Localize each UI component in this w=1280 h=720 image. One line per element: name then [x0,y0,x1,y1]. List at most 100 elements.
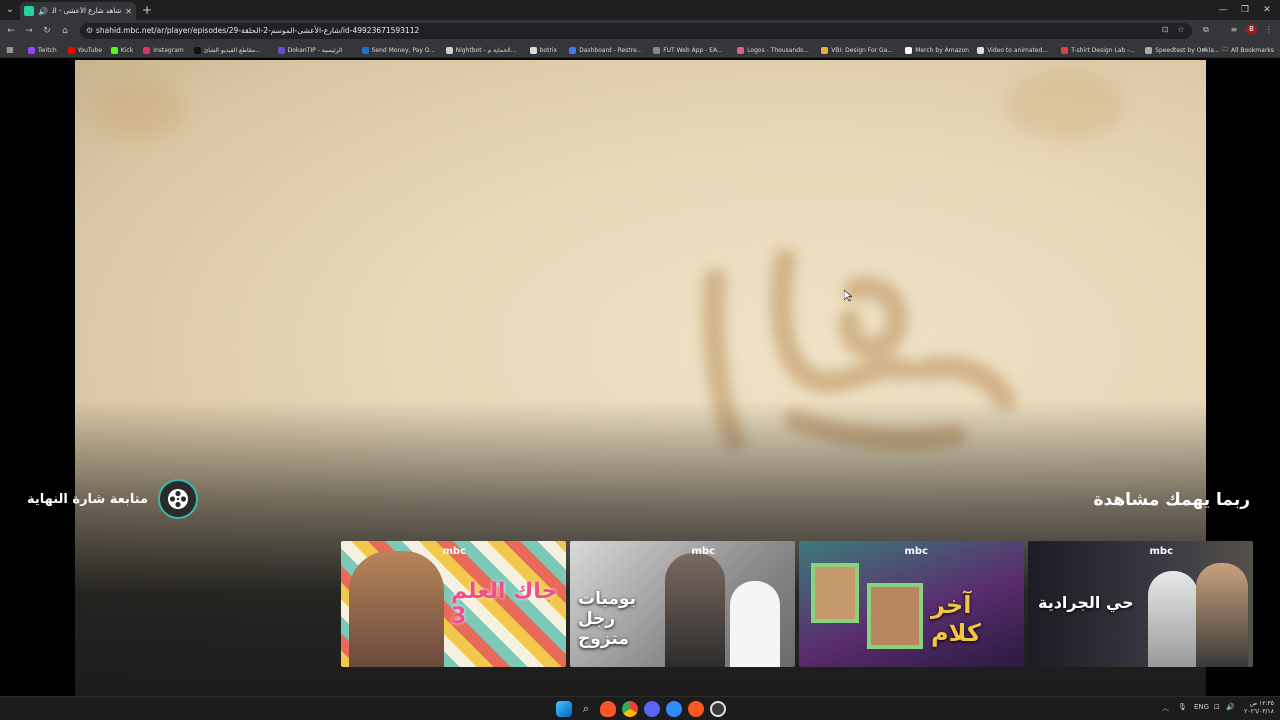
install-app-icon[interactable]: ⊡ [1159,24,1171,36]
minimize-icon[interactable]: — [1216,3,1230,17]
new-tab-button[interactable]: + [140,2,154,18]
bookmark-item[interactable]: مقاطع الفيديو الشائ... [193,44,261,56]
brave-browser-icon[interactable] [600,701,616,717]
browser-toolbar: ← → ↻ ⌂ ⚙ shahid.mbc.net/ar/player/episo… [0,20,1280,42]
recommendations-title: ربما يهمك مشاهدة [1093,490,1250,510]
apps-grid-icon[interactable]: ▦ [4,44,16,56]
bookmark-favicon-icon [67,46,75,54]
bookmark-favicon-icon [1145,46,1153,54]
close-tab-icon[interactable]: ✕ [125,7,132,16]
card-title: حي الجرادية [1038,593,1134,612]
bookmark-item[interactable]: Kick [110,44,134,56]
app-icon[interactable] [710,701,726,717]
all-bookmarks-button[interactable]: 🗀 All Bookmarks [1222,44,1274,56]
bookmark-item[interactable]: T-shirt Design Lab -... [1061,44,1135,56]
bookmark-item[interactable]: Merch by Amazon [905,44,969,56]
close-window-icon[interactable]: ✕ [1260,3,1274,17]
player-viewport: متابعة شارة النهاية ربما يهمك مشاهدة mbc… [0,60,1280,696]
menu-icon[interactable]: ⋮ [1263,24,1275,36]
address-bar[interactable]: ⚙ shahid.mbc.net/ar/player/episodes/شارع… [80,23,1192,39]
paper-stain [1005,70,1125,140]
bookmark-favicon-icon [361,46,369,54]
bookmark-label: Dashboard - Restre... [579,46,643,54]
tab-active[interactable]: 🔊 شاهد شارع الأعشى - الموسـ ✕ [20,2,136,20]
bookmark-label: VBI: Design For Ga... [831,46,894,54]
bookmark-item[interactable]: botrix [529,44,558,56]
recommendation-card[interactable]: mbc آخر كلام [799,541,1024,667]
start-menu-icon[interactable] [556,701,572,717]
system-clock[interactable]: ١٢:٣٥ ص ٢٠٢٦/٠٣/١٨ [1236,700,1274,716]
restore-icon[interactable]: ❐ [1238,3,1252,17]
tab-title: شاهد شارع الأعشى - الموسـ [52,7,122,15]
mbc-logo: mbc [442,546,466,557]
bookmark-label: Nightbot - الحماية م... [455,46,517,54]
back-icon[interactable]: ← [4,24,18,38]
home-icon[interactable]: ⌂ [58,24,72,38]
os-taskbar: ⌕ ︿ 🎙 ENG ⊡ 🔊 ١٢:٣٥ ص ٢٠٢٦/٠٣/١٨ [0,696,1280,720]
bookmark-item[interactable]: Twitch [28,44,57,56]
profile-avatar[interactable]: B [1246,24,1257,35]
bookmark-favicon-icon [110,46,118,54]
bookmark-item[interactable]: VBI: Design For Ga... [821,44,893,56]
bookmark-label: FUT Web App - EA... [663,46,723,54]
cast-photo [349,551,444,667]
cast-photo [1196,563,1248,667]
reload-icon[interactable]: ↻ [40,24,54,38]
tab-search-icon[interactable]: ⌄ [3,3,17,17]
app-icon[interactable] [688,701,704,717]
bookmark-item[interactable]: Logos - Thousands... [737,44,809,56]
site-info-icon[interactable]: ⚙ [86,26,96,36]
end-credits-control[interactable]: متابعة شارة النهاية [27,479,199,519]
bookmark-favicon-icon [737,46,745,54]
search-icon[interactable]: ⌕ [578,701,594,717]
speaker-icon[interactable]: 🔊 [38,7,48,16]
film-reel-icon [168,489,189,509]
bookmarks-bar: ▦ Twitch YouTube Kick Instagram مقاطع الفيدي… [0,42,1280,58]
bookmark-star-icon[interactable]: ☆ [1175,24,1187,36]
bookmark-favicon-icon [977,46,985,54]
bookmark-label: botrix [539,46,558,54]
bookmark-favicon-icon [529,46,537,54]
bookmark-item[interactable]: Send Money, Pay O... [361,44,435,56]
microphone-icon[interactable]: 🎙 [1178,703,1187,711]
mbc-logo: mbc [691,546,715,557]
bookmark-favicon-icon [143,46,151,54]
cast-photo [1148,571,1198,667]
url-text[interactable]: shahid.mbc.net/ar/player/episodes/شارع-ا… [96,25,419,37]
bookmark-item[interactable]: FUT Web App - EA... [653,44,723,56]
bookmark-label: Merch by Amazon [915,46,969,54]
clock-time: ١٢:٣٥ ص [1249,700,1274,707]
extensions-icon[interactable]: ⧉ [1200,24,1212,36]
bookmark-favicon-icon [277,46,285,54]
discord-icon[interactable] [644,701,660,717]
bookmark-label: Kick [120,46,134,54]
media-control-icon[interactable]: ≡ [1228,24,1240,36]
bookmark-item[interactable]: DokanTIP - الرئيسية [277,44,342,56]
bookmark-item[interactable]: Video to animated... [977,44,1048,56]
mbc-logo: mbc [1149,546,1173,557]
bookmark-item[interactable]: Dashboard - Restre... [569,44,643,56]
network-icon[interactable]: ⊡ [1214,703,1220,711]
bookmark-item[interactable]: Instagram [143,44,184,56]
language-indicator[interactable]: ENG [1194,703,1209,711]
chrome-icon[interactable] [622,701,638,717]
bookmark-favicon-icon [569,46,577,54]
bookmark-label: T-shirt Design Lab -... [1071,46,1136,54]
bookmark-item[interactable]: YouTube [67,44,102,56]
bookmark-label: Video to animated... [987,46,1049,54]
card-title: جاك العلم 3 [451,579,558,629]
forward-icon[interactable]: → [22,24,36,38]
bookmark-label: مقاطع الفيديو الشائ... [203,46,261,54]
app-icon[interactable] [666,701,682,717]
bookmark-item[interactable]: Nightbot - الحماية م... [445,44,517,56]
recommendation-card[interactable]: mbc يوميات رجل متزوج [570,541,795,667]
volume-icon[interactable]: 🔊 [1226,703,1235,711]
bookmark-favicon-icon [193,46,201,54]
recommendation-card[interactable]: mbc حي الجرادية [1028,541,1253,667]
tray-overflow-icon[interactable]: ︿ [1162,703,1169,713]
recommendation-card[interactable]: mbc جاك العلم 3 [341,541,566,667]
end-credits-button[interactable] [158,479,199,519]
shahid-favicon-icon [24,6,34,16]
bookmark-favicon-icon [821,46,829,54]
more-bookmarks-icon[interactable]: » [1198,44,1210,56]
